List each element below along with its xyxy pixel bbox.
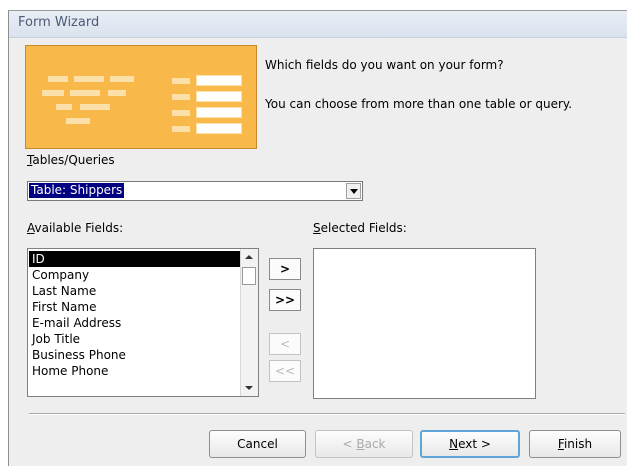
add-all-fields-button[interactable]: >> — [269, 289, 301, 311]
list-item[interactable]: Company — [29, 267, 240, 283]
list-item[interactable]: First Name — [29, 299, 240, 315]
scroll-up-arrow-icon[interactable] — [245, 255, 253, 259]
selected-fields-label-rest: elected Fields: — [320, 221, 407, 235]
available-fields-scrollbar[interactable] — [240, 249, 258, 396]
tables-queries-label: Tables/Queries — [27, 153, 115, 167]
selected-fields-label-accesskey: S — [313, 221, 321, 235]
available-fields-label: Available Fields: — [27, 221, 123, 235]
next-button[interactable]: Next > — [420, 430, 520, 458]
list-item[interactable]: ID — [29, 251, 240, 267]
add-field-button[interactable]: > — [269, 258, 301, 280]
list-item[interactable]: Home Phone — [29, 363, 240, 379]
dropdown-arrow-icon[interactable] — [346, 183, 361, 199]
wizard-illustration — [25, 45, 257, 149]
list-item[interactable]: E-mail Address — [29, 315, 240, 331]
scroll-down-arrow-icon[interactable] — [245, 386, 253, 390]
finish-button-label: Finish — [557, 437, 593, 451]
back-button[interactable]: < Back — [315, 430, 413, 458]
next-button-label: Next > — [449, 437, 491, 451]
list-item[interactable]: Business Phone — [29, 347, 240, 363]
available-fields-label-accesskey: A — [27, 221, 35, 235]
available-fields-label-rest: vailable Fields: — [34, 221, 124, 235]
selected-fields-list[interactable] — [313, 248, 536, 399]
tables-queries-label-rest: ables/Queries — [32, 153, 115, 167]
list-item[interactable]: Job Title — [29, 331, 240, 347]
wizard-question: Which fields do you want on your form? — [265, 58, 504, 72]
form-wizard-dialog: Form Wizard Which fields do you want on … — [8, 10, 627, 466]
tables-queries-dropdown[interactable]: Table: Shippers — [27, 181, 363, 201]
tables-queries-value: Table: Shippers — [29, 183, 125, 198]
selected-fields-label: Selected Fields: — [313, 221, 407, 235]
available-fields-list[interactable]: ID Company Last Name First Name E-mail Addre… — [27, 248, 259, 397]
cancel-button[interactable]: Cancel — [209, 430, 306, 458]
scrollbar-thumb[interactable] — [242, 267, 256, 285]
title-bar: Form Wizard — [9, 11, 627, 38]
finish-button[interactable]: Finish — [529, 430, 621, 458]
remove-all-fields-button[interactable]: << — [269, 360, 301, 382]
available-fields-items: ID Company Last Name First Name E-mail Addre… — [29, 251, 240, 379]
remove-field-button[interactable]: < — [269, 333, 301, 355]
window-title: Form Wizard — [18, 15, 100, 30]
list-item[interactable]: Last Name — [29, 283, 240, 299]
footer-divider — [29, 413, 625, 415]
wizard-hint: You can choose from more than one table … — [265, 97, 573, 111]
back-button-label: < Back — [342, 437, 386, 451]
